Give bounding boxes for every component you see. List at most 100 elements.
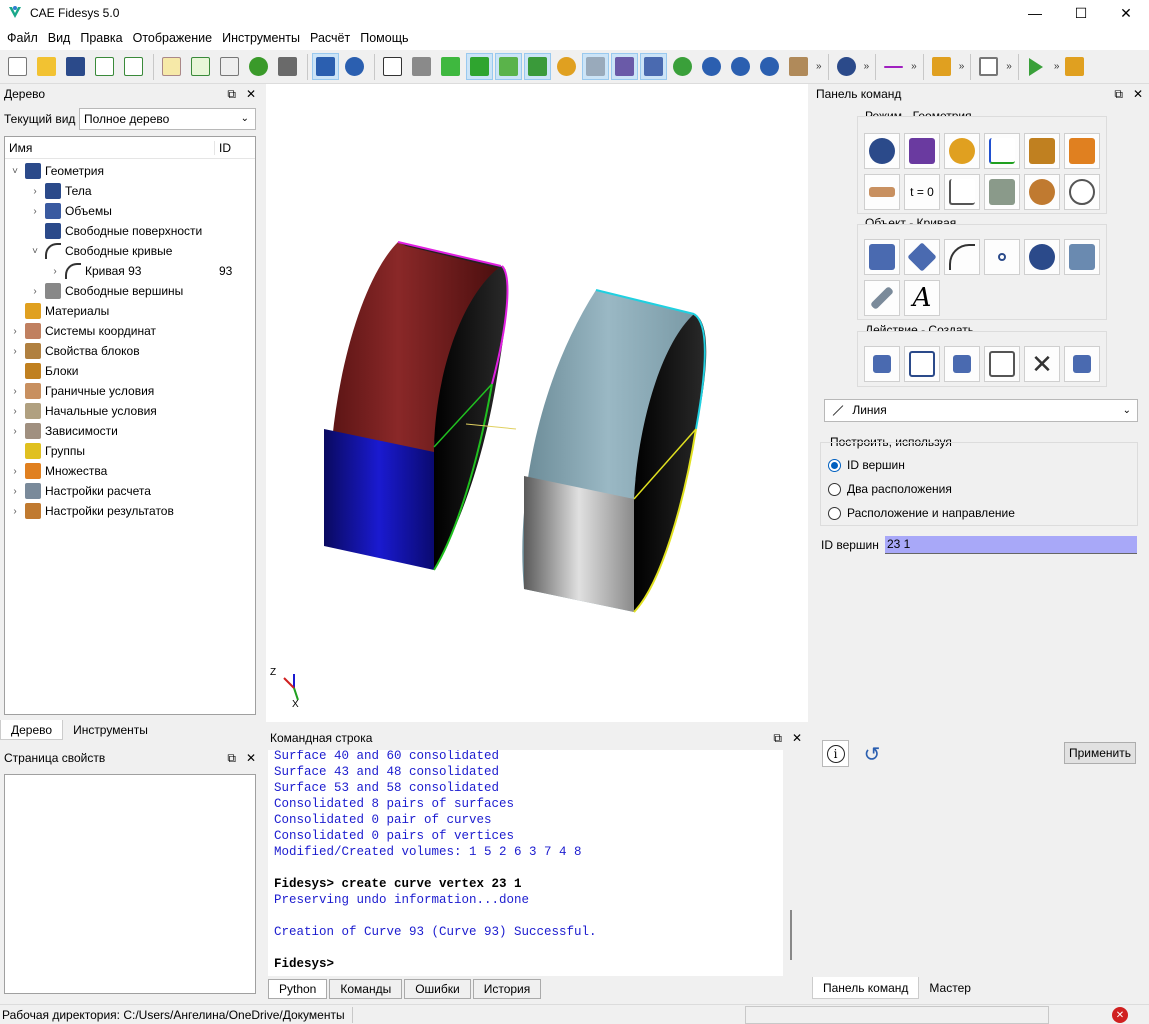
tree-item-calc-settings[interactable]: › Настройки расчета: [5, 481, 255, 501]
results-icon[interactable]: [1024, 174, 1060, 210]
surface-object-icon[interactable]: [904, 239, 940, 275]
create-action-icon[interactable]: [864, 346, 900, 382]
delete-action-icon[interactable]: ✕: [1024, 346, 1060, 382]
copy-action-icon[interactable]: [1064, 346, 1100, 382]
option-vertex-id[interactable]: ID вершин: [828, 458, 905, 472]
initial-cond-icon[interactable]: t = 0: [904, 174, 940, 210]
group-object-icon[interactable]: [1024, 239, 1060, 275]
apply-button[interactable]: Применить: [1064, 742, 1136, 764]
crosshair-button[interactable]: [880, 53, 907, 80]
modify-action-icon[interactable]: [984, 346, 1020, 382]
refresh-button[interactable]: [669, 53, 696, 80]
more-chevron-6[interactable]: »: [1054, 61, 1060, 72]
coord-system-icon[interactable]: [984, 133, 1020, 169]
close-icon[interactable]: ✕: [246, 751, 256, 766]
close-icon[interactable]: ✕: [246, 87, 256, 102]
volume-object-icon[interactable]: [864, 239, 900, 275]
view-cube-button[interactable]: [785, 53, 812, 80]
tree-item-blocks[interactable]: Блоки: [5, 361, 255, 381]
axis-z-button[interactable]: [1061, 53, 1088, 80]
tree-item-block-props[interactable]: › Свойства блоков: [5, 341, 255, 361]
tab-command-panel[interactable]: Панель команд: [812, 977, 920, 999]
transform-action-icon[interactable]: [944, 346, 980, 382]
chevron-right-icon[interactable]: ›: [29, 206, 41, 217]
play-button[interactable]: [1023, 53, 1050, 80]
green-cube-button[interactable]: [437, 53, 464, 80]
current-view-select[interactable]: Полное дерево ⌄: [79, 108, 256, 130]
chevron-down-icon[interactable]: ˅: [9, 166, 21, 177]
load-button[interactable]: [928, 53, 955, 80]
3d-viewport[interactable]: Z X: [266, 84, 808, 722]
chevron-right-icon[interactable]: ›: [9, 426, 21, 437]
menu-edit[interactable]: Правка: [75, 26, 127, 50]
tab-errors[interactable]: Ошибки: [404, 979, 471, 999]
bounds-button[interactable]: [975, 53, 1002, 80]
chevron-right-icon[interactable]: ›: [29, 286, 41, 297]
chevron-right-icon[interactable]: ›: [9, 346, 21, 357]
zoom-out-icon[interactable]: [727, 53, 754, 80]
fit-view-icon[interactable]: [756, 53, 783, 80]
pause-button[interactable]: [245, 53, 272, 80]
tree-item-groups[interactable]: Группы: [5, 441, 255, 461]
tab-tools[interactable]: Инструменты: [63, 720, 158, 740]
tab-wizard[interactable]: Мастер: [919, 977, 981, 999]
error-icon[interactable]: ✕: [1112, 1007, 1128, 1023]
chevron-right-icon[interactable]: ›: [9, 386, 21, 397]
close-window-button[interactable]: ✕: [1103, 0, 1149, 26]
more-chevron-3[interactable]: »: [911, 61, 917, 72]
chevron-right-icon[interactable]: ›: [9, 406, 21, 417]
reset-button[interactable]: ↺: [860, 742, 884, 766]
text-object-icon[interactable]: A: [904, 280, 940, 316]
close-icon[interactable]: ✕: [792, 731, 802, 746]
geometry-mode-icon[interactable]: [864, 133, 900, 169]
chevron-right-icon[interactable]: ›: [9, 326, 21, 337]
tree-item-free-surfaces[interactable]: Свободные поверхности: [5, 221, 255, 241]
tree-item-free-curves[interactable]: ˅ Свободные кривые: [5, 241, 255, 261]
tab-tree[interactable]: Дерево: [0, 720, 64, 740]
tree-item-bodies[interactable]: › Тела: [5, 181, 255, 201]
check-button[interactable]: [91, 53, 118, 80]
solid-cube-button[interactable]: [466, 53, 493, 80]
zoom-in-icon[interactable]: [698, 53, 725, 80]
radio-two-locations[interactable]: [828, 482, 841, 496]
tree-item-materials[interactable]: Материалы: [5, 301, 255, 321]
curve-object-icon[interactable]: [944, 239, 980, 275]
option-location-direction[interactable]: Расположение и направление: [828, 506, 1015, 520]
new-file-button[interactable]: [4, 53, 31, 80]
tree-item-boundary-conds[interactable]: › Граничные условия: [5, 381, 255, 401]
purple-cube-button[interactable]: [611, 53, 638, 80]
chevron-right-icon[interactable]: ›: [29, 186, 41, 197]
radio-location-direction[interactable]: [828, 506, 841, 520]
materials-button[interactable]: [553, 53, 580, 80]
open-folder-button[interactable]: [33, 53, 60, 80]
tree-item-free-vertices[interactable]: › Свободные вершины: [5, 281, 255, 301]
vertex-id-input[interactable]: 23 1: [885, 536, 1137, 554]
tree-item-geometry[interactable]: ˅ Геометрия: [5, 161, 255, 181]
dependency-icon[interactable]: [944, 174, 980, 210]
shapes-button[interactable]: [495, 53, 522, 80]
tab-python[interactable]: Python: [268, 979, 328, 999]
menu-calc[interactable]: Расчёт: [305, 26, 355, 50]
tree-item-dependencies[interactable]: › Зависимости: [5, 421, 255, 441]
info-button[interactable]: i: [822, 740, 849, 767]
menu-file[interactable]: Файл: [2, 26, 43, 50]
radio-vertex-id[interactable]: [828, 458, 841, 472]
cmd-scrollbar[interactable]: [783, 750, 800, 976]
grid-mode-icon[interactable]: [1064, 133, 1100, 169]
window-button[interactable]: [640, 53, 667, 80]
tree-item-curve-93[interactable]: › Кривая 93 93: [5, 261, 255, 281]
minimize-button[interactable]: —: [1012, 0, 1058, 26]
more-chevron-1[interactable]: »: [816, 61, 822, 72]
select-mode-button[interactable]: [312, 53, 339, 80]
hammer-button[interactable]: [274, 53, 301, 80]
save-button[interactable]: [62, 53, 89, 80]
menu-tools[interactable]: Инструменты: [217, 26, 305, 50]
mesh-cube-button[interactable]: [524, 53, 551, 80]
tree-item-sets[interactable]: › Множества: [5, 461, 255, 481]
vertex-object-icon[interactable]: [984, 239, 1020, 275]
tab-commands[interactable]: Команды: [329, 979, 403, 999]
curve-type-select[interactable]: Линия ⌄: [824, 399, 1138, 422]
block-mode-icon[interactable]: [1024, 133, 1060, 169]
tree-item-result-settings[interactable]: › Настройки результатов: [5, 501, 255, 521]
more-chevron-5[interactable]: »: [1006, 61, 1012, 72]
